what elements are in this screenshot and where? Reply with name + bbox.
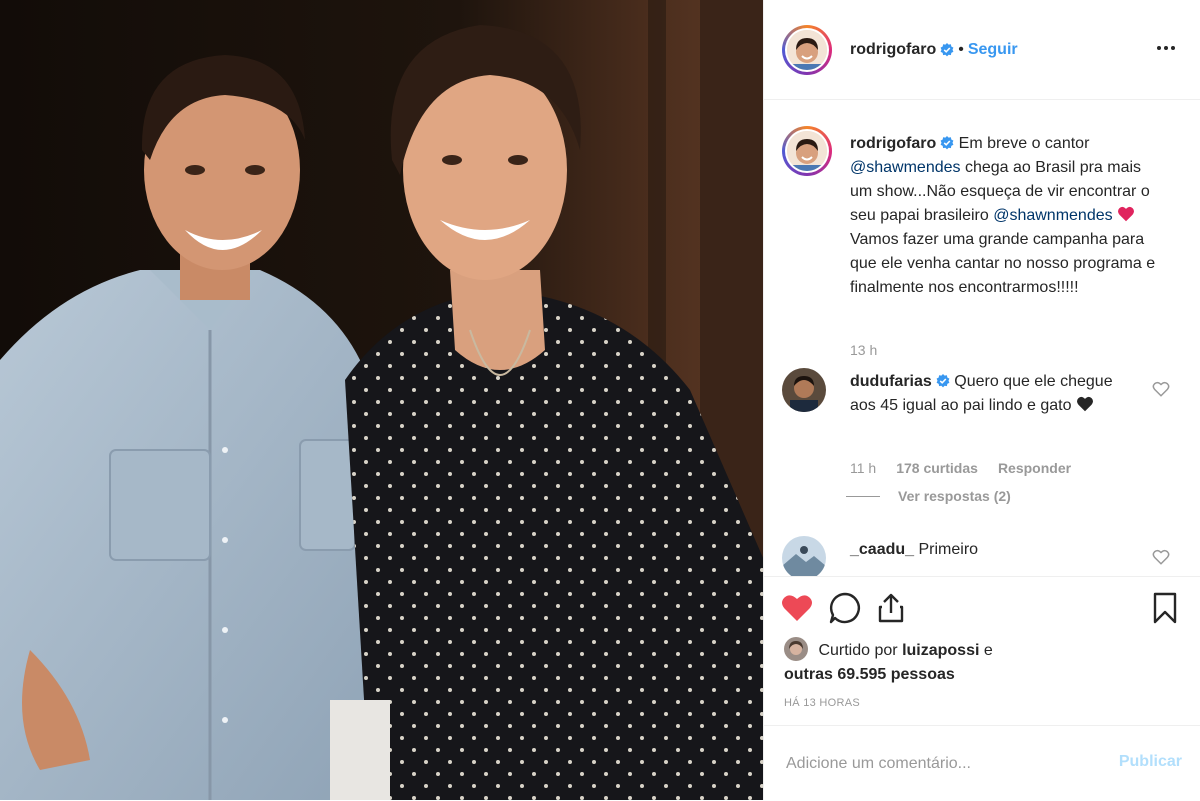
red-heart-emoji-icon (1118, 206, 1135, 222)
post-photo[interactable] (0, 0, 764, 800)
header-separator: • (958, 40, 964, 58)
comment-body: Primeiro (918, 541, 979, 558)
bookmark-icon[interactable] (1148, 591, 1182, 625)
comment-like-heart-icon[interactable] (1152, 380, 1170, 398)
comment-bubble-icon[interactable] (828, 591, 862, 625)
comment-text: _caadu_ Primeiro (850, 538, 1150, 562)
black-heart-emoji-icon (1076, 396, 1093, 412)
avatar-face-icon (787, 29, 827, 70)
likes-summary: Curtido por luizapossi e outras 69.595 p… (784, 637, 1184, 687)
commenter-avatar[interactable] (782, 368, 826, 412)
comment-like-heart-icon[interactable] (1152, 548, 1170, 566)
view-replies-label: Ver respostas (2) (898, 488, 1011, 504)
replies-divider-line (846, 495, 880, 497)
author-avatar[interactable] (782, 24, 832, 75)
post-side-panel: rodrigofaro • Seguir rodrigofaro Em brev… (764, 0, 1200, 800)
commenter-username[interactable]: dudufarias (850, 373, 932, 390)
liked-by-suffix: e (983, 642, 993, 659)
verified-badge-icon (936, 374, 950, 388)
like-heart-icon[interactable] (780, 591, 814, 625)
comments-section[interactable]: rodrigofaro Em breve o cantor @shawmende… (764, 100, 1200, 576)
avatar-landscape-icon (782, 536, 826, 576)
caption-author-avatar[interactable] (782, 126, 832, 176)
commenter-username[interactable]: _caadu_ (850, 541, 914, 558)
author-username[interactable]: rodrigofaro (850, 41, 936, 59)
commenter-avatar[interactable] (782, 536, 826, 576)
mention-link[interactable]: @shawmendes (850, 159, 961, 176)
verified-badge-icon (940, 42, 954, 56)
caption-username[interactable]: rodrigofaro (850, 135, 936, 152)
verified-badge-icon (940, 136, 954, 150)
liker-avatar[interactable] (784, 637, 808, 661)
caption-time[interactable]: 13 h (850, 342, 877, 358)
comment-time[interactable]: 11 h (850, 460, 876, 476)
mention-link[interactable]: @shawnmendes (993, 207, 1112, 224)
view-replies-button[interactable]: Ver respostas (2) (846, 488, 1011, 504)
liked-by-prefix: Curtido por (818, 642, 898, 659)
instagram-post: rodrigofaro • Seguir rodrigofaro Em brev… (0, 0, 1200, 800)
comment-input[interactable] (784, 748, 1088, 780)
post-actions: Curtido por luizapossi e outras 69.595 p… (764, 576, 1200, 800)
caption-text-part-3: Vamos fazer uma grande campanha para que… (850, 231, 1156, 296)
comment-meta-row: 11 h 178 curtidas Responder (850, 460, 1071, 476)
follow-button[interactable]: Seguir (968, 41, 1018, 59)
comment-text: dudufarias Quero que ele chegue aos 45 i… (850, 370, 1140, 418)
avatar-face-icon (787, 131, 827, 171)
more-horizontal-icon[interactable] (1154, 36, 1178, 60)
post-header: rodrigofaro • Seguir (764, 0, 1200, 100)
header-name-row: rodrigofaro • Seguir (850, 41, 1018, 59)
comment-likes-count[interactable]: 178 curtidas (896, 460, 978, 476)
avatar-face-icon (784, 637, 808, 661)
share-icon[interactable] (874, 591, 908, 625)
caption-text: rodrigofaro Em breve o cantor @shawmende… (850, 132, 1160, 300)
add-comment-bar: Publicar (764, 725, 1200, 801)
caption-text-part-1: Em breve o cantor (958, 135, 1090, 152)
publish-button[interactable]: Publicar (1119, 753, 1182, 771)
reply-button[interactable]: Responder (998, 460, 1071, 476)
photo-illustration (0, 0, 763, 800)
post-timestamp[interactable]: HÁ 13 HORAS (784, 697, 860, 709)
liked-by-user[interactable]: luizapossi (902, 642, 979, 659)
liked-by-others[interactable]: outras 69.595 pessoas (784, 666, 955, 683)
avatar-face-icon (782, 368, 826, 412)
